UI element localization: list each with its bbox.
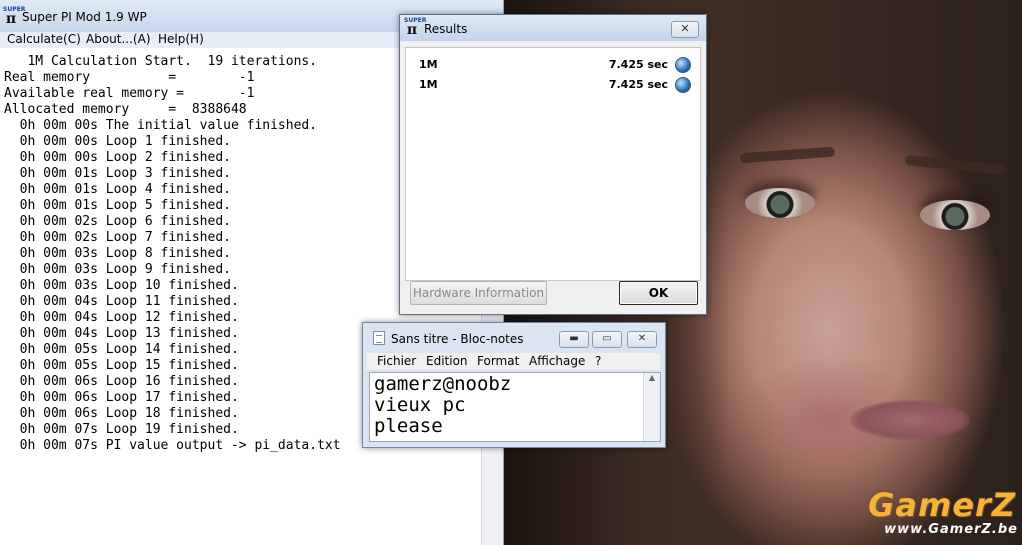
close-icon: ✕ [680,22,690,35]
menu-edition[interactable]: Edition [426,354,468,368]
notepad-scrollbar[interactable]: ▲ [643,373,660,441]
results-close-button[interactable]: ✕ [671,21,699,38]
watermark-logo: GamerZ [868,486,1016,524]
maximize-icon: ▭ [602,333,612,344]
menu-help[interactable]: Help(H) [158,32,204,46]
superpi-icon-glyph: π [5,11,17,27]
notepad-title: Sans titre - Bloc-notes [391,332,524,346]
menu-fichier[interactable]: Fichier [377,354,416,368]
maximize-button[interactable]: ▭ [592,331,622,348]
scroll-up-icon[interactable]: ▲ [649,373,655,382]
result-time: 7.425 sec [608,58,668,71]
superpi-app-icon: SUPER π [3,7,25,27]
result-size: 1M [419,58,438,71]
results-icon-glyph: π [406,22,418,38]
result-time: 7.425 sec [608,78,668,91]
menu-calculate[interactable]: Calculate(C) [7,32,81,46]
notepad-text-content[interactable]: gamerz@noobz vieux pc please [374,374,511,437]
result-size: 1M [419,78,438,91]
notepad-menubar: Fichier Edition Format Affichage ? [366,353,660,370]
result-row[interactable]: 1M 7.425 sec [406,76,700,94]
result-row[interactable]: 1M 7.425 sec [406,56,700,74]
menu-format[interactable]: Format [477,354,519,368]
notepad-document-icon [373,331,385,345]
wallpaper-lips [850,400,970,440]
results-title: Results [424,22,468,36]
results-titlebar[interactable]: SUPER π Results ✕ [400,15,706,41]
notepad-text-area[interactable]: gamerz@noobz vieux pc please ▲ [369,372,661,442]
close-icon: ✕ [637,333,647,344]
results-app-icon: SUPER π [404,18,426,38]
results-list: 1M 7.425 sec 1M 7.425 sec [405,47,701,281]
results-dialog: SUPER π Results ✕ 1M 7.425 sec 1M 7.425 … [399,14,707,315]
superpi-title: Super PI Mod 1.9 WP [22,10,147,24]
wallpaper-eye-left [745,188,815,218]
ok-button[interactable]: OK [619,281,698,305]
menu-about[interactable]: About...(A) [86,32,151,46]
globe-icon[interactable] [675,57,691,73]
minimize-button[interactable]: ▬ [559,331,589,348]
watermark-url: www.GamerZ.be [884,522,1018,537]
hardware-information-button[interactable]: Hardware Information [410,281,547,305]
close-button[interactable]: ✕ [627,331,657,348]
minimize-icon: ▬ [569,333,579,344]
globe-icon[interactable] [675,77,691,93]
menu-affichage[interactable]: Affichage [529,354,585,368]
menu-help[interactable]: ? [595,354,601,368]
notepad-window: Sans titre - Bloc-notes ▬ ▭ ✕ Fichier Ed… [362,322,666,448]
wallpaper-eye-right [920,200,990,230]
